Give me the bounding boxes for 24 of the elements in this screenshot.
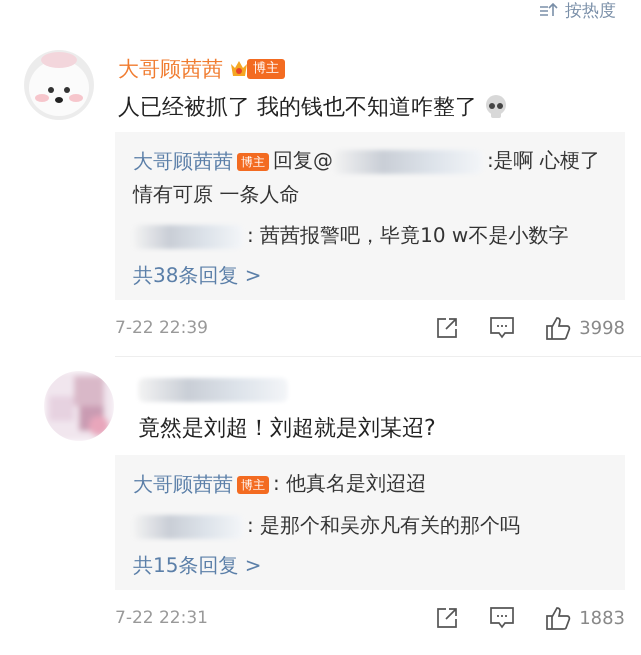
sort-icon (539, 2, 559, 18)
comment-date: 7-22 22:31 (115, 608, 208, 628)
reply-text: : 茜茜报警吧，毕竟10 w不是小数字 (133, 219, 607, 252)
thumbs-up-icon (545, 605, 572, 632)
thumbs-up-icon (545, 315, 572, 342)
user-name[interactable]: 大哥顾茜茜 (118, 55, 223, 83)
reply-text: 大哥顾茜茜 博主 回复@ :是啊 心梗了情有可原 一条人命 (133, 147, 602, 208)
sort-button[interactable]: 按热度 (539, 0, 616, 22)
like-button[interactable]: 1883 (545, 605, 625, 632)
comment-text: 竟然是刘超！刘超就是刘某迢? (138, 415, 436, 444)
reply-author[interactable]: 大哥顾茜茜 (133, 472, 233, 496)
share-icon[interactable] (435, 316, 460, 340)
more-replies-link[interactable]: 共15条回复 > (133, 550, 262, 580)
like-button[interactable]: 3998 (545, 315, 625, 342)
reply-text: : 是那个和吴亦凡有关的那个吗 (133, 509, 607, 542)
reply-text: 大哥顾茜茜 博主 : 他真名是刘迢迢 (133, 470, 428, 498)
reply-author[interactable]: 大哥顾茜茜 (133, 149, 233, 174)
blogger-badge: 博主 (237, 152, 269, 171)
blogger-badge: 博主 (247, 59, 285, 79)
comment-date: 7-22 22:39 (115, 318, 208, 338)
share-icon[interactable] (435, 606, 460, 630)
blogger-badge: 博主 (237, 476, 269, 494)
comment-text: 人已经被抓了 我的钱也不知道咋整了 (118, 92, 509, 122)
more-replies-link[interactable]: 共38条回复 > (133, 260, 262, 290)
